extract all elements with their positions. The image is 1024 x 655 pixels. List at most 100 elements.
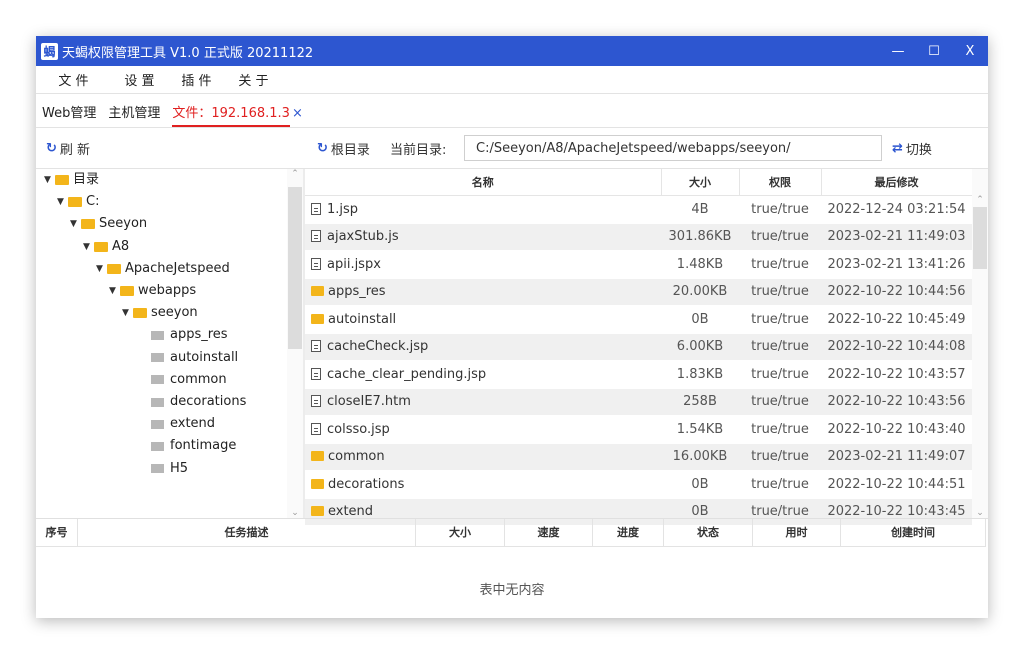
file-name-cell[interactable]: cache_clear_pending.jsp xyxy=(305,360,661,389)
file-name-cell[interactable]: apps_res xyxy=(305,278,661,306)
menu-about[interactable]: 关 于 xyxy=(225,70,282,89)
folder-open-icon xyxy=(81,219,95,230)
expand-caret-icon[interactable]: ▼ xyxy=(44,169,55,191)
window-controls: — ☐ X xyxy=(880,36,988,66)
menu-settings[interactable]: 设 置 xyxy=(111,70,168,89)
file-name-cell[interactable]: common xyxy=(305,443,661,471)
task-list: 序号 任务描述 大小 速度 进度 状态 用时 创建时间 表中无内容 xyxy=(36,518,988,618)
tree-folder-expanded[interactable]: ▼ ApacheJetspeed xyxy=(96,258,230,280)
file-name: extend xyxy=(328,504,374,520)
tree-folder-leaf[interactable]: autoinstall xyxy=(151,347,238,369)
task-col-index[interactable]: 序号 xyxy=(36,519,78,546)
file-permission: true/true xyxy=(739,305,821,334)
file-icon xyxy=(311,395,321,408)
tree-folder-expanded[interactable]: ▼ Seeyon xyxy=(70,213,147,235)
file-table: 名称 大小 权限 最后修改 1.jsp 4B true/true 2022-12-24… xyxy=(305,169,973,526)
tree-folder-leaf[interactable]: extend xyxy=(151,413,215,435)
file-row[interactable]: common 16.00KB true/true 2023-02-21 11:49:0… xyxy=(305,443,972,471)
file-row[interactable]: apps_res 20.00KB true/true 2022-10-22 10:44… xyxy=(305,278,972,306)
file-name-cell[interactable]: closeIE7.htm xyxy=(305,388,661,416)
file-name-cell[interactable]: 1.jsp xyxy=(305,195,661,224)
tree-folder-expanded[interactable]: ▼ seeyon xyxy=(122,302,198,324)
file-permission: true/true xyxy=(739,360,821,389)
task-col-speed[interactable]: 速度 xyxy=(505,519,593,546)
scroll-up-icon[interactable]: ⌃ xyxy=(287,169,303,179)
minimize-button[interactable]: — xyxy=(880,36,916,66)
file-modified: 2023-02-21 11:49:03 xyxy=(821,223,972,251)
file-name-cell[interactable]: apii.jspx xyxy=(305,250,661,279)
task-col-elapsed[interactable]: 用时 xyxy=(753,519,841,546)
expand-caret-icon[interactable]: ▼ xyxy=(109,280,120,302)
menu-plugins[interactable]: 插 件 xyxy=(168,70,225,89)
file-permission: true/true xyxy=(739,388,821,416)
tree-folder-leaf[interactable]: common xyxy=(151,369,227,391)
file-name-cell[interactable]: decorations xyxy=(305,470,661,499)
file-row[interactable]: 1.jsp 4B true/true 2022-12-24 03:21:54 xyxy=(305,195,972,224)
column-header-size[interactable]: 大小 xyxy=(661,169,740,196)
file-row[interactable]: colsso.jsp 1.54KB true/true 2022-10-22 10:4… xyxy=(305,415,972,444)
file-name: apii.jspx xyxy=(327,256,381,272)
file-icon xyxy=(311,257,321,270)
tree-folder-expanded[interactable]: ▼ webapps xyxy=(109,280,196,302)
column-header-modified[interactable]: 最后修改 xyxy=(821,169,973,196)
tab-web-manage[interactable]: Web管理 xyxy=(42,102,96,127)
task-col-created[interactable]: 创建时间 xyxy=(841,519,986,546)
tree-scrollbar[interactable]: ⌃ ⌄ xyxy=(287,169,303,518)
file-name-cell[interactable]: ajaxStub.js xyxy=(305,223,661,251)
file-modified: 2022-10-22 10:44:08 xyxy=(821,333,972,361)
column-header-name[interactable]: 名称 xyxy=(305,169,662,196)
file-scrollbar[interactable]: ⌃ ⌄ xyxy=(972,169,988,518)
task-col-status[interactable]: 状态 xyxy=(664,519,753,546)
file-permission: true/true xyxy=(739,415,821,444)
root-dir-button[interactable]: ↻ 根目录 xyxy=(317,128,370,168)
close-button[interactable]: X xyxy=(952,36,988,66)
file-row[interactable]: decorations 0B true/true 2022-10-22 10:44:5… xyxy=(305,470,972,499)
expand-caret-icon[interactable]: ▼ xyxy=(57,191,68,213)
file-size: 4B xyxy=(661,195,739,224)
path-input[interactable] xyxy=(464,135,882,161)
column-header-permission[interactable]: 权限 xyxy=(739,169,822,196)
expand-caret-icon[interactable]: ▼ xyxy=(122,302,133,324)
tab-file-manager[interactable]: 文件：192.168.1.3 xyxy=(172,102,290,127)
menu-file[interactable]: 文 件 xyxy=(36,70,111,89)
tree-folder-leaf[interactable]: fontimage xyxy=(151,435,236,457)
tab-host-manage[interactable]: 主机管理 xyxy=(108,102,160,127)
refresh-button[interactable]: ↻ 刷 新 xyxy=(46,128,90,168)
file-size: 16.00KB xyxy=(661,443,739,471)
switch-button[interactable]: ⇄ 切换 xyxy=(892,128,932,168)
tree-folder-expanded[interactable]: ▼ A8 xyxy=(83,236,129,258)
scroll-down-icon[interactable]: ⌄ xyxy=(287,508,303,518)
scroll-up-icon[interactable]: ⌃ xyxy=(972,195,988,205)
maximize-button[interactable]: ☐ xyxy=(916,36,952,66)
file-row[interactable]: cache_clear_pending.jsp 1.83KB true/true 20… xyxy=(305,360,972,389)
tree-folder-expanded[interactable]: ▼ C: xyxy=(57,191,99,213)
tree-folder-leaf[interactable]: decorations xyxy=(151,391,246,413)
file-name-cell[interactable]: colsso.jsp xyxy=(305,415,661,444)
file-modified: 2022-10-22 10:45:49 xyxy=(821,305,972,334)
task-table-header: 序号 任务描述 大小 速度 进度 状态 用时 创建时间 xyxy=(36,519,986,547)
file-size: 0B xyxy=(661,305,739,334)
file-row[interactable]: autoinstall 0B true/true 2022-10-22 10:45:4… xyxy=(305,305,972,334)
task-col-progress[interactable]: 进度 xyxy=(593,519,664,546)
file-scroll-thumb[interactable] xyxy=(973,207,987,269)
file-row[interactable]: ajaxStub.js 301.86KB true/true 2023-02-21 1… xyxy=(305,223,972,251)
tree-node-label: Seeyon xyxy=(99,216,148,232)
file-name-cell[interactable]: cacheCheck.jsp xyxy=(305,333,661,361)
tree-folder-expanded[interactable]: ▼ 目录 xyxy=(44,169,99,191)
refresh-label: 刷 新 xyxy=(59,142,91,158)
expand-caret-icon[interactable]: ▼ xyxy=(96,258,107,280)
file-name-cell[interactable]: autoinstall xyxy=(305,305,661,334)
file-row[interactable]: cacheCheck.jsp 6.00KB true/true 2022-10-22 … xyxy=(305,333,972,361)
file-modified: 2022-10-22 10:43:40 xyxy=(821,415,972,444)
tree-folder-leaf[interactable]: H5 xyxy=(151,458,188,480)
tree-scroll-thumb[interactable] xyxy=(288,187,302,349)
task-col-description[interactable]: 任务描述 xyxy=(78,519,416,546)
file-row[interactable]: apii.jspx 1.48KB true/true 2023-02-21 13:41… xyxy=(305,250,972,279)
tab-close-icon[interactable]: × xyxy=(292,106,303,127)
expand-caret-icon[interactable]: ▼ xyxy=(70,213,81,235)
file-row[interactable]: closeIE7.htm 258B true/true 2022-10-22 10:4… xyxy=(305,388,972,416)
task-col-size[interactable]: 大小 xyxy=(416,519,505,546)
scroll-down-icon[interactable]: ⌄ xyxy=(972,508,988,518)
tree-folder-leaf[interactable]: apps_res xyxy=(151,324,228,346)
expand-caret-icon[interactable]: ▼ xyxy=(83,236,94,258)
